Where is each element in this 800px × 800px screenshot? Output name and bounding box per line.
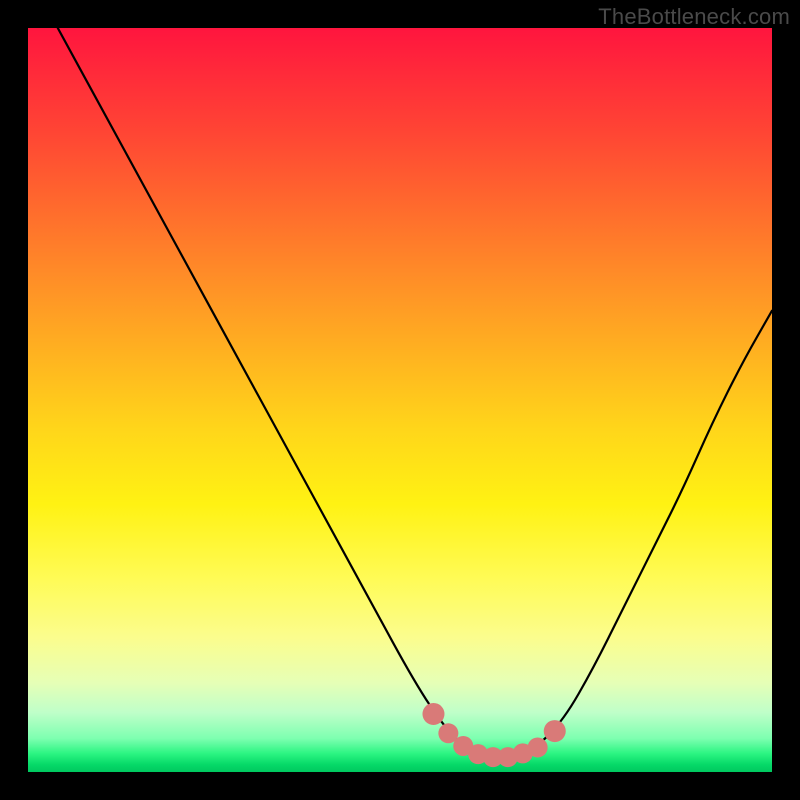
highlight-dot — [528, 737, 548, 757]
plot-area — [28, 28, 772, 772]
chart-frame: TheBottleneck.com — [0, 0, 800, 800]
highlight-dot — [422, 703, 444, 725]
bottleneck-curve — [58, 28, 772, 757]
highlight-dot — [544, 720, 566, 742]
curve-layer — [28, 28, 772, 772]
highlight-dots — [422, 703, 565, 767]
watermark-text: TheBottleneck.com — [598, 4, 790, 30]
